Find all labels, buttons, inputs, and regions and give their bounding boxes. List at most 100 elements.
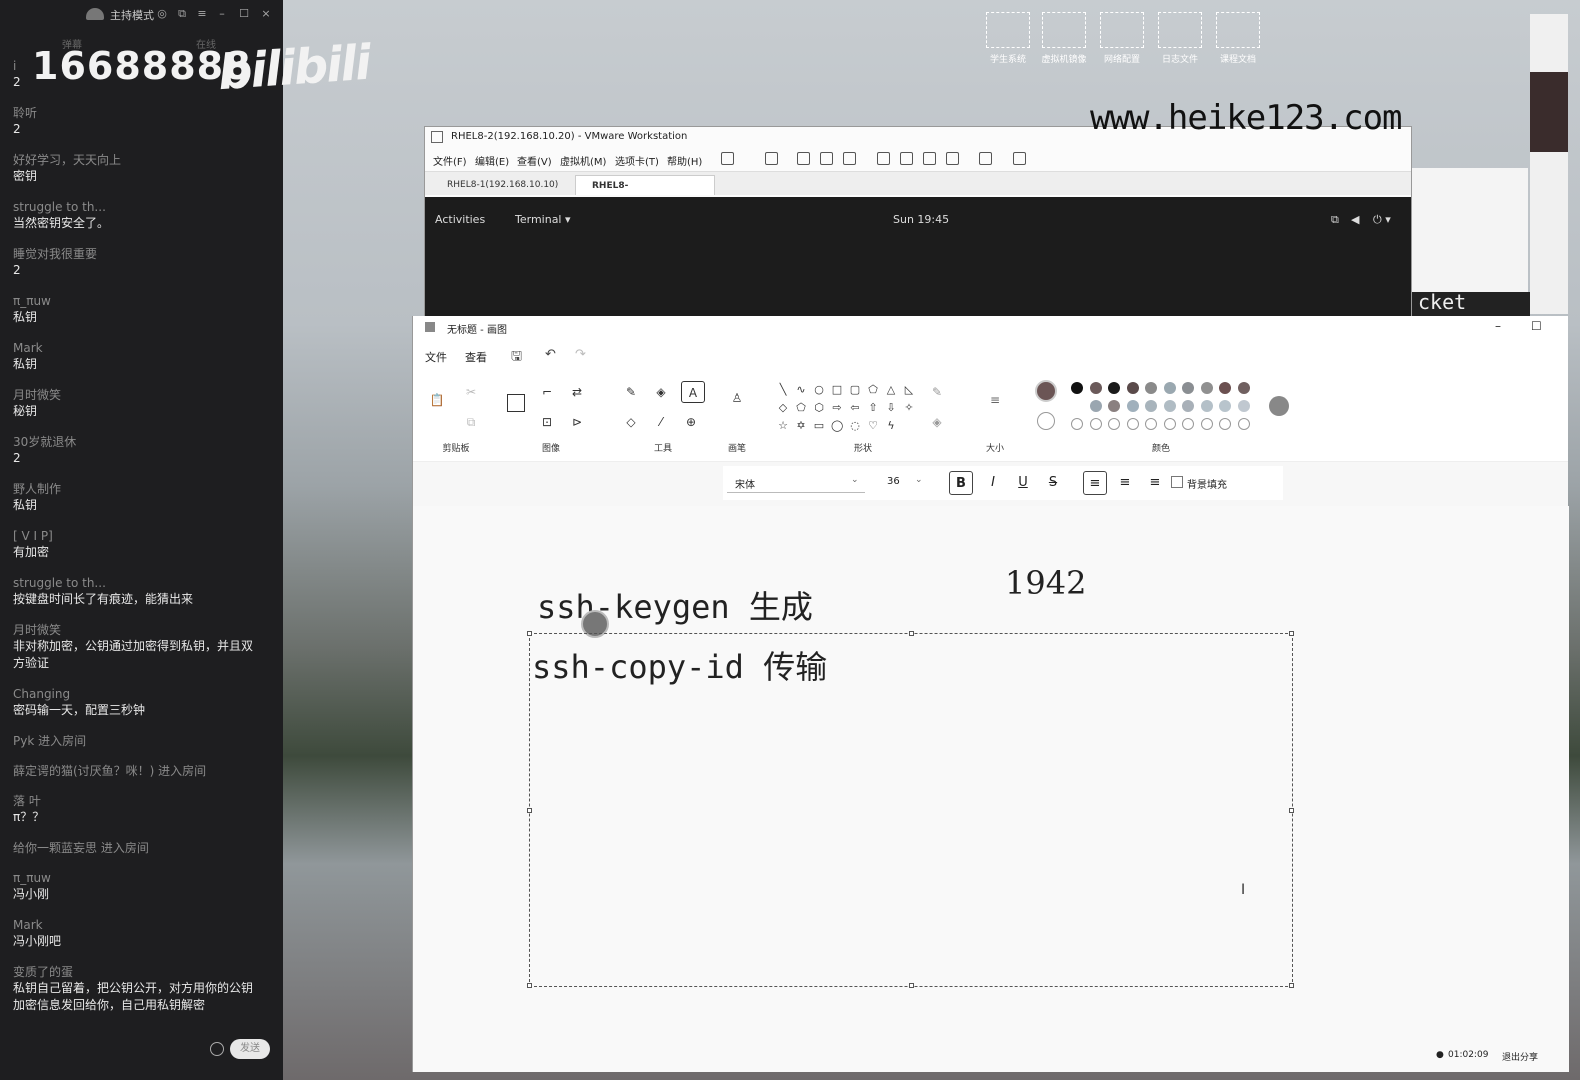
- rectangle-shape-icon[interactable]: □: [831, 384, 843, 396]
- palette-swatch[interactable]: [1200, 418, 1213, 430]
- star5-shape-icon[interactable]: ☆: [777, 420, 789, 432]
- desktop-shortcut[interactable]: 虚拟机镜像: [1039, 12, 1089, 67]
- copy-icon[interactable]: ⧉: [463, 414, 479, 430]
- console-icon[interactable]: [979, 152, 992, 165]
- palette-swatch[interactable]: [1219, 382, 1231, 394]
- font-size[interactable]: 36: [887, 476, 900, 487]
- revert-snapshot-icon[interactable]: [820, 152, 833, 165]
- chat-username[interactable]: 月时微笑: [13, 387, 263, 403]
- unity-icon[interactable]: [946, 152, 959, 165]
- menu-file[interactable]: 文件(F): [433, 153, 467, 168]
- chat-username[interactable]: Pyk 进入房间: [13, 733, 263, 749]
- paint-menu-file[interactable]: 文件: [425, 349, 447, 365]
- popout-icon[interactable]: ⧉: [176, 8, 188, 20]
- activities-button[interactable]: Activities: [435, 213, 485, 226]
- fullscreen-icon[interactable]: [923, 152, 936, 165]
- paste-icon[interactable]: 📋: [429, 392, 445, 408]
- size-dropdown-icon[interactable]: ⌄: [915, 475, 923, 485]
- star6-shape-icon[interactable]: ✡: [795, 420, 807, 432]
- lightning-shape-icon[interactable]: ϟ: [885, 420, 897, 432]
- send-button[interactable]: 发送: [230, 1039, 270, 1059]
- resize-icon[interactable]: ⇄: [569, 384, 585, 400]
- callout-cloud-shape-icon[interactable]: ◌: [849, 420, 861, 432]
- palette-swatch[interactable]: [1071, 418, 1083, 430]
- send-keys-icon[interactable]: [765, 152, 778, 165]
- size-icon[interactable]: ≡: [987, 392, 1003, 408]
- palette-swatch[interactable]: [1126, 382, 1139, 394]
- chat-username[interactable]: 月时微笑: [13, 622, 263, 638]
- pentagon-shape-icon[interactable]: ⬠: [795, 402, 807, 414]
- maximize-icon[interactable]: ☐: [238, 8, 250, 20]
- chat-username[interactable]: 薛定谔的猫(讨厌鱼？咪！) 进入房间: [13, 763, 263, 779]
- text-tool-icon[interactable]: A: [681, 381, 705, 403]
- chat-username[interactable]: struggle to th...: [13, 199, 263, 215]
- palette-swatch[interactable]: [1108, 418, 1120, 430]
- paint-menu-view[interactable]: 查看: [465, 349, 487, 365]
- arrow-down-shape-icon[interactable]: ⇩: [885, 402, 897, 414]
- right-triangle-shape-icon[interactable]: ◺: [903, 384, 915, 396]
- desktop-shortcut[interactable]: 课程文档: [1213, 12, 1263, 67]
- triangle-shape-icon[interactable]: △: [885, 384, 897, 396]
- polygon-shape-icon[interactable]: ⬠: [867, 384, 879, 396]
- palette-swatch[interactable]: [1126, 400, 1139, 412]
- italic-button[interactable]: I: [981, 471, 1005, 495]
- chat-username[interactable]: Changing: [13, 686, 263, 702]
- redo-icon[interactable]: ↷: [575, 347, 586, 362]
- paint-titlebar[interactable]: 无标题 - 画图 – ☐: [413, 316, 1568, 338]
- minimize-icon[interactable]: –: [216, 8, 228, 20]
- resize-handle[interactable]: [527, 631, 532, 636]
- minimize-icon[interactable]: –: [1495, 319, 1501, 333]
- callout-oval-shape-icon[interactable]: ◯: [831, 420, 843, 432]
- hexagon-shape-icon[interactable]: ⬡: [813, 402, 825, 414]
- curve-shape-icon[interactable]: ∿: [795, 384, 807, 396]
- tab-rhel8-2[interactable]: RHEL8-2(192.168.10.20): [575, 175, 715, 211]
- palette-swatch[interactable]: [1071, 400, 1083, 412]
- desktop-shortcut[interactable]: 学生系统: [983, 12, 1033, 67]
- palette-swatch[interactable]: [1108, 400, 1120, 412]
- resize-handle[interactable]: [1289, 983, 1294, 988]
- vmware-window[interactable]: RHEL8-2(192.168.10.20) - VMware Workstat…: [424, 126, 1412, 317]
- palette-swatch[interactable]: [1219, 418, 1231, 430]
- network-icon[interactable]: ⧉: [1331, 213, 1339, 227]
- palette-swatch[interactable]: [1108, 382, 1120, 394]
- select-icon[interactable]: [507, 394, 525, 412]
- resize-handle[interactable]: [909, 983, 914, 988]
- menu-icon[interactable]: ≡: [196, 8, 208, 20]
- resize-handle[interactable]: [1289, 808, 1294, 813]
- palette-swatch[interactable]: [1163, 400, 1176, 412]
- palette-swatch[interactable]: [1126, 418, 1139, 430]
- outline-icon[interactable]: ✎: [929, 384, 945, 400]
- menu-edit[interactable]: 编辑(E): [475, 153, 509, 168]
- undo-icon[interactable]: ↶: [545, 347, 556, 362]
- snapshot-icon[interactable]: [797, 152, 810, 165]
- palette-swatch[interactable]: [1182, 418, 1194, 430]
- chat-username[interactable]: 落 叶: [13, 793, 263, 809]
- heart-shape-icon[interactable]: ♡: [867, 420, 879, 432]
- palette-swatch[interactable]: [1237, 382, 1250, 394]
- resize-handle[interactable]: [527, 983, 532, 988]
- palette-swatch[interactable]: [1219, 400, 1231, 412]
- pencil-icon[interactable]: ✎: [623, 384, 639, 400]
- palette-swatch[interactable]: [1237, 418, 1250, 430]
- align-left-button[interactable]: ≡: [1083, 471, 1107, 495]
- align-center-button[interactable]: ≡: [1113, 471, 1137, 495]
- stretch-icon[interactable]: [1013, 152, 1026, 165]
- palette-swatch[interactable]: [1071, 382, 1083, 394]
- magnifier-icon[interactable]: ⊕: [683, 414, 699, 430]
- arrow-left-shape-icon[interactable]: ⇦: [849, 402, 861, 414]
- image-resize-icon[interactable]: ⊡: [539, 414, 555, 430]
- eraser-icon[interactable]: ◇: [623, 414, 639, 430]
- arrow-up-shape-icon[interactable]: ⇧: [867, 402, 879, 414]
- palette-swatch[interactable]: [1145, 400, 1157, 412]
- crop-icon[interactable]: ⌐: [539, 384, 555, 400]
- star4-shape-icon[interactable]: ✧: [903, 402, 915, 414]
- palette-swatch[interactable]: [1182, 382, 1194, 394]
- fill-icon[interactable]: ◈: [653, 384, 669, 400]
- save-icon[interactable]: 🖫: [511, 347, 522, 369]
- palette-swatch[interactable]: [1200, 382, 1213, 394]
- emoji-icon[interactable]: [210, 1042, 224, 1056]
- color1-swatch[interactable]: [1035, 380, 1057, 402]
- chat-username[interactable]: 给你一颗蓝妄思 进入房间: [13, 840, 263, 856]
- chat-username[interactable]: 聆听: [13, 105, 263, 121]
- menu-vm[interactable]: 虚拟机(M): [560, 153, 606, 168]
